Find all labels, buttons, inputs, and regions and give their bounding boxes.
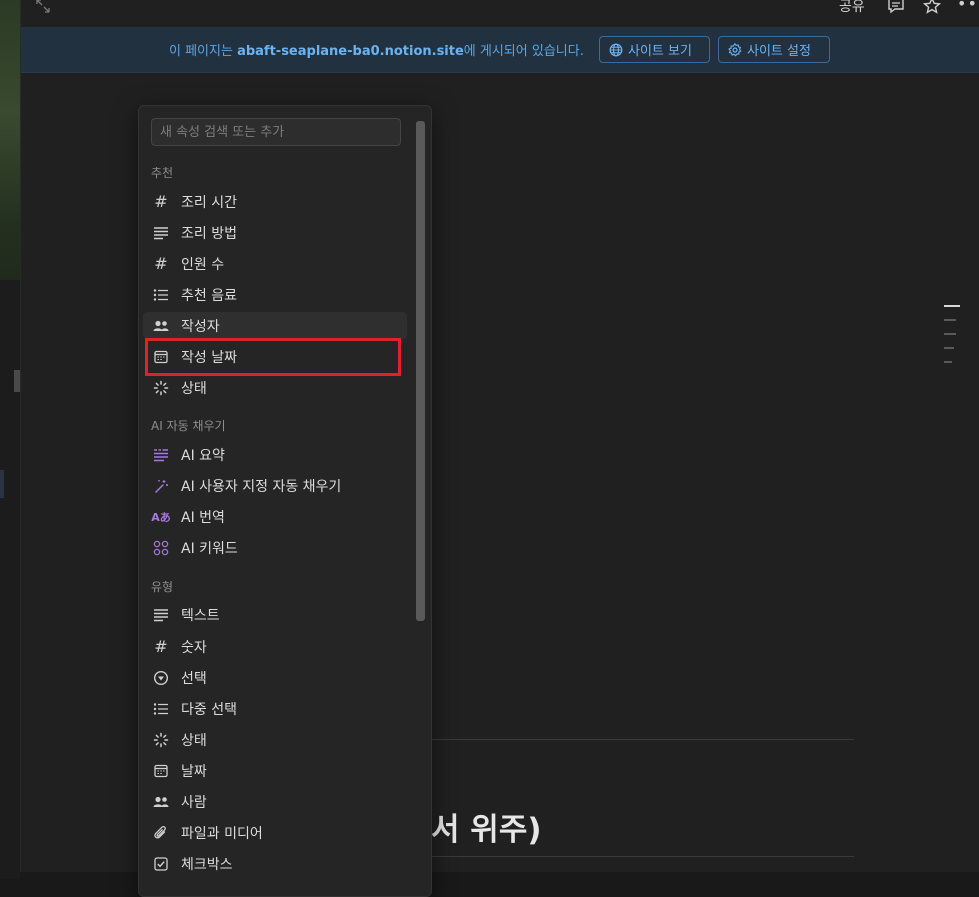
- property-item-cook-method[interactable]: 조리 방법: [143, 219, 407, 246]
- toc-line-active[interactable]: [944, 305, 960, 307]
- keywords-icon: [151, 538, 171, 558]
- item-label: 선택: [181, 670, 207, 687]
- item-label: 조리 시간: [181, 194, 237, 211]
- property-item-recommended-drink[interactable]: 추천 음료: [143, 281, 407, 308]
- star-icon[interactable]: [922, 0, 942, 15]
- item-label: 체크박스: [181, 856, 233, 873]
- top-bar: 공유 •••: [21, 0, 979, 26]
- background-app-strip: [0, 0, 20, 879]
- item-label: AI 사용자 지정 자동 채우기: [181, 478, 342, 495]
- site-settings-label: 사이트 설정: [747, 44, 811, 59]
- property-item-ai-custom-autofill[interactable]: AI 사용자 지정 자동 채우기: [143, 472, 407, 499]
- toc-line[interactable]: [944, 347, 954, 349]
- toc-line[interactable]: [944, 361, 952, 363]
- table-of-contents-minimap[interactable]: [944, 305, 960, 375]
- property-type-multi-select[interactable]: 다중 선택: [143, 695, 407, 722]
- hash-icon: #: [154, 254, 168, 273]
- banner-text-before: 이 페이지는: [169, 44, 238, 59]
- item-label: AI 키워드: [181, 540, 238, 557]
- page-divider: [431, 739, 854, 740]
- background-image: [0, 0, 20, 280]
- banner-site-url[interactable]: abaft-seaplane-ba0.notion.site: [237, 44, 464, 59]
- property-item-servings[interactable]: # 인원 수: [143, 250, 407, 277]
- property-item-ai-summary[interactable]: AI 요약: [143, 441, 407, 468]
- item-label: 숫자: [181, 639, 207, 656]
- hash-icon: #: [154, 192, 168, 211]
- property-item-author[interactable]: 작성자: [143, 312, 407, 339]
- hash-icon: #: [154, 637, 168, 656]
- banner-message: 이 페이지는 abaft-seaplane-ba0.notion.site에 게…: [169, 40, 584, 59]
- section-ai-autofill: AI 자동 채우기: [151, 419, 226, 433]
- property-item-cook-time[interactable]: # 조리 시간: [143, 188, 407, 215]
- section-suggested: 추천: [151, 166, 174, 180]
- item-label: 인원 수: [181, 256, 225, 273]
- select-icon: [151, 668, 171, 688]
- menu-scrollbar[interactable]: [416, 121, 425, 621]
- ai-summary-icon: [151, 445, 171, 465]
- status-icon: [151, 378, 171, 398]
- item-label: 다중 선택: [181, 701, 237, 718]
- expand-icon[interactable]: [35, 0, 51, 14]
- property-item-ai-translate[interactable]: Aあ AI 번역: [143, 503, 407, 530]
- banner-text-after: 에 게시되어 있습니다.: [463, 44, 584, 59]
- property-type-text[interactable]: 텍스트: [143, 601, 407, 628]
- property-type-checkbox[interactable]: 체크박스: [143, 850, 407, 877]
- section-types: 유형: [151, 580, 174, 594]
- bulleted-list-icon: [151, 285, 171, 305]
- item-label: 텍스트: [181, 607, 220, 624]
- property-type-select[interactable]: 선택: [143, 664, 407, 691]
- people-icon: [151, 792, 171, 812]
- background-mark: [0, 470, 4, 498]
- property-type-files-media[interactable]: 파일과 미디어: [143, 819, 407, 846]
- add-property-menu: 추천 # 조리 시간 조리 방법 # 인원 수 추천 음료 작성자 작성 날짜 …: [138, 105, 432, 897]
- page-divider: [431, 856, 854, 857]
- view-site-label: 사이트 보기: [628, 44, 692, 59]
- bulleted-list-icon: [151, 699, 171, 719]
- item-label: 파일과 미디어: [181, 825, 263, 842]
- item-label: 사람: [181, 794, 207, 811]
- highlight-annotation: [145, 338, 401, 376]
- calendar-icon: [151, 761, 171, 781]
- property-type-date[interactable]: 날짜: [143, 757, 407, 784]
- item-label: 작성자: [181, 318, 220, 335]
- item-label: AI 번역: [181, 509, 225, 526]
- magic-wand-icon: [151, 476, 171, 496]
- item-label: 상태: [181, 732, 207, 749]
- gear-icon: [728, 42, 742, 57]
- page-heading: 서 위주): [431, 812, 542, 848]
- property-type-person[interactable]: 사람: [143, 788, 407, 815]
- more-icon[interactable]: •••: [957, 0, 979, 13]
- published-banner: 이 페이지는 abaft-seaplane-ba0.notion.site에 게…: [21, 27, 979, 73]
- people-icon: [151, 316, 171, 336]
- item-label: 날짜: [181, 763, 207, 780]
- comment-icon[interactable]: [887, 0, 905, 15]
- share-button[interactable]: 공유: [839, 0, 865, 16]
- property-type-number[interactable]: # 숫자: [143, 633, 407, 660]
- status-icon: [151, 730, 171, 750]
- paperclip-icon: [151, 823, 171, 843]
- property-item-status[interactable]: 상태: [143, 374, 407, 401]
- item-label: 상태: [181, 380, 207, 397]
- view-site-button[interactable]: 사이트 보기: [599, 36, 710, 63]
- text-lines-icon: [151, 605, 171, 625]
- property-item-ai-keywords[interactable]: AI 키워드: [143, 534, 407, 561]
- property-search-input[interactable]: [151, 118, 401, 146]
- toc-line[interactable]: [944, 333, 956, 335]
- property-type-status[interactable]: 상태: [143, 726, 407, 753]
- item-label: 조리 방법: [181, 225, 237, 242]
- checkbox-icon: [151, 854, 171, 874]
- site-settings-button[interactable]: 사이트 설정: [718, 36, 830, 63]
- text-lines-icon: [151, 223, 171, 243]
- item-label: 추천 음료: [181, 287, 237, 304]
- item-label: AI 요약: [181, 447, 225, 464]
- toc-line[interactable]: [944, 319, 956, 321]
- translate-icon: Aあ: [151, 510, 171, 524]
- globe-icon: [609, 43, 623, 56]
